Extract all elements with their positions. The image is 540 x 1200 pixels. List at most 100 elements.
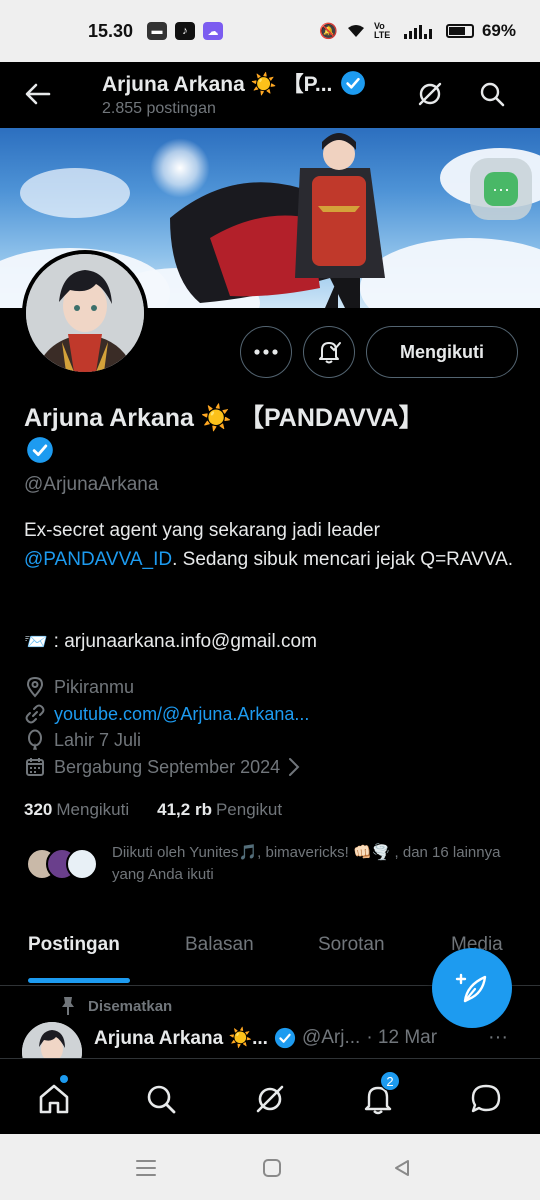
more-icon	[254, 349, 278, 355]
triangle-back-icon	[395, 1160, 409, 1176]
location-text: Pikiranmu	[54, 676, 135, 697]
battery-icon	[445, 24, 474, 38]
home-icon	[39, 1084, 69, 1114]
search-icon	[147, 1085, 176, 1114]
status-bar: 15.30 ▬ ♪ ☁ 🔕 Vo LTE 69%	[0, 0, 540, 62]
birthday-text: Lahir 7 Juli	[54, 729, 142, 750]
more-dots-icon: ···	[484, 172, 518, 206]
compose-feather-icon	[455, 973, 487, 1003]
balloon-icon	[28, 729, 42, 750]
profile-avatar[interactable]	[22, 250, 148, 376]
verified-badge[interactable]	[26, 436, 54, 469]
floating-app-bubble[interactable]: ···	[470, 158, 532, 220]
arrow-left-icon	[25, 83, 51, 105]
nav-messages[interactable]	[466, 1079, 506, 1119]
header-title: Arjuna Arkana ☀️ 【P...	[102, 68, 366, 98]
signal-icon	[403, 25, 432, 39]
status-time: 15.30	[88, 20, 134, 41]
bio-text: . Sedang sibuk mencari jejak Q=RAVVA.	[172, 549, 514, 570]
volte-label: Vo LTE	[373, 21, 391, 40]
profile-joined[interactable]: Bergabung September 2024	[24, 756, 300, 778]
avatar-illustration	[26, 254, 144, 372]
grok-button[interactable]	[412, 76, 448, 112]
system-navigation-bar	[0, 1134, 540, 1200]
mutual-avatar	[66, 848, 98, 880]
more-options-button[interactable]	[240, 326, 292, 378]
grok-icon	[418, 82, 442, 106]
back-system-button[interactable]	[388, 1154, 416, 1182]
followers-stat[interactable]: 41,2 rb Pengikut	[157, 800, 282, 820]
nav-search[interactable]	[141, 1079, 181, 1119]
square-icon	[263, 1159, 281, 1177]
pinned-text: Disematkan	[88, 997, 173, 1015]
home-system-button[interactable]	[258, 1154, 286, 1182]
wifi-icon	[347, 25, 364, 37]
tab-posts[interactable]: Postingan	[28, 934, 120, 956]
nav-home[interactable]	[34, 1075, 74, 1119]
profile-handle: @ArjunaArkana	[24, 474, 159, 495]
location-pin-icon	[26, 676, 44, 698]
search-icon	[480, 82, 505, 107]
calendar-icon	[26, 758, 44, 776]
followers-count: 41,2 rb	[157, 800, 212, 819]
verified-badge-icon	[274, 1027, 296, 1049]
compose-post-button[interactable]	[432, 948, 512, 1028]
mutual-avatars	[26, 848, 100, 880]
bottom-navigation: 2	[0, 1058, 540, 1134]
bell-check-icon	[319, 342, 341, 364]
active-tab-indicator	[28, 978, 130, 983]
followed-by-text: Diikuti oleh Yunites🎵, bimavericks! 👊🏻🌪️…	[112, 844, 501, 883]
following-count: 320	[24, 800, 53, 819]
link-icon	[25, 704, 45, 724]
tab-highlights[interactable]: Sorotan	[318, 934, 385, 956]
nav-grok[interactable]	[250, 1079, 290, 1119]
notification-app-icon: ▬	[147, 22, 168, 40]
grok-icon	[256, 1085, 284, 1113]
envelope-icon: 📨	[24, 632, 48, 653]
email-text: : arjunaarkana.info@gmail.com	[53, 631, 317, 652]
home-unread-dot	[60, 1075, 68, 1083]
profile-bio: Ex-secret agent yang sekarang jadi leade…	[24, 516, 524, 574]
mute-icon: 🔕	[319, 23, 338, 40]
profile-location: Pikiranmu	[24, 676, 134, 698]
header-title-text: Arjuna Arkana ☀️ 【P...	[102, 73, 333, 96]
messages-icon	[471, 1084, 501, 1113]
chevron-right-icon	[289, 758, 300, 776]
back-button[interactable]	[20, 76, 56, 112]
post-header: Arjuna Arkana ☀️... @Arj... · 12 Mar	[94, 1026, 437, 1050]
notification-badge: 2	[380, 1071, 400, 1091]
followers-label: Pengikut	[215, 800, 283, 819]
nav-notifications[interactable]: 2	[358, 1071, 400, 1119]
profile-website[interactable]: youtube.com/@Arjuna.Arkana...	[24, 703, 309, 725]
tiktok-icon: ♪	[175, 22, 196, 40]
website-link[interactable]: youtube.com/@Arjuna.Arkana...	[54, 704, 309, 725]
bio-mention-link[interactable]: @PANDAVVA_ID	[24, 549, 172, 570]
verified-badge-icon	[341, 71, 366, 95]
profile-name: Arjuna Arkana ☀️ 【PANDAVVA】	[24, 404, 424, 432]
following-button[interactable]: Mengikuti	[366, 326, 518, 378]
battery-percent: 69%	[481, 21, 516, 40]
search-button[interactable]	[474, 76, 510, 112]
post-author-name[interactable]: Arjuna Arkana ☀️...	[94, 1026, 268, 1050]
bio-email: 📨 : arjunaarkana.info@gmail.com	[24, 630, 317, 654]
cloud-app-icon: ☁	[203, 22, 224, 40]
profile-header: Arjuna Arkana ☀️ 【P... 2.855 postingan	[0, 62, 540, 128]
status-indicators: 🔕 Vo LTE 69%	[319, 21, 516, 41]
joined-text: Bergabung September 2024	[54, 756, 281, 777]
profile-birthday: Lahir 7 Juli	[24, 729, 141, 751]
post-count: 2.855 postingan	[102, 100, 216, 117]
recent-apps-button[interactable]	[132, 1154, 160, 1182]
menu-lines-icon	[136, 1160, 156, 1176]
pinned-label: Disematkan	[60, 996, 172, 1016]
follow-stats: 320 Mengikuti 41,2 rb Pengikut	[24, 800, 282, 820]
notifications-toggle-button[interactable]	[303, 326, 355, 378]
pin-icon	[62, 997, 74, 1015]
following-stat[interactable]: 320 Mengikuti	[24, 800, 129, 820]
post-author-handle: @Arj...	[301, 1027, 361, 1048]
post-date[interactable]: · 12 Mar	[366, 1027, 437, 1049]
post-more-button[interactable]: ···	[488, 1026, 508, 1049]
verified-badge-icon	[27, 437, 53, 463]
tab-replies[interactable]: Balasan	[185, 934, 254, 956]
following-label: Mengikuti	[56, 800, 130, 819]
bio-text: Ex-secret agent yang sekarang jadi leade…	[24, 520, 380, 541]
